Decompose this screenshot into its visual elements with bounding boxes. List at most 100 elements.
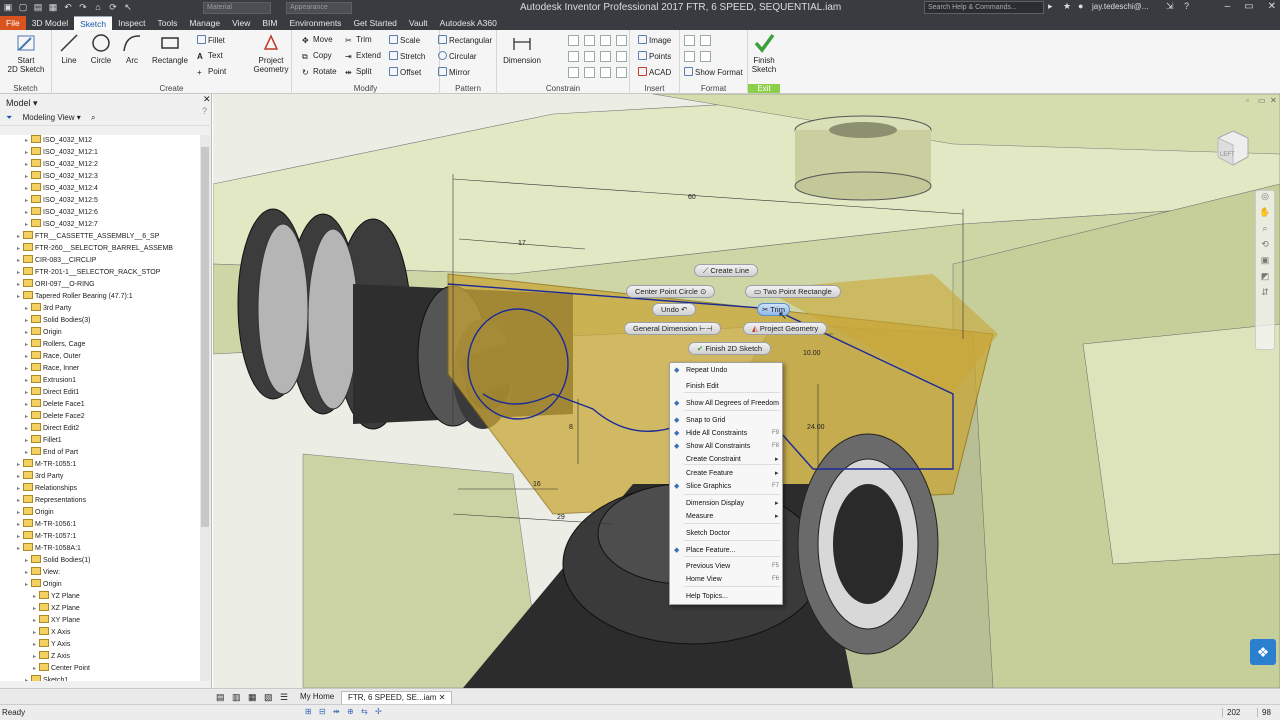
menu-item-sketch-doctor[interactable]: Sketch Doctor	[686, 529, 730, 539]
expand-icon[interactable]: ▸	[14, 243, 23, 255]
tree-node[interactable]: ▸ X Axis	[0, 627, 200, 639]
arrange-icon[interactable]: ▧	[264, 692, 273, 703]
tab-close-icon[interactable]: ✕	[439, 693, 446, 702]
acad-button[interactable]: ACAD	[638, 67, 671, 77]
browser-scrollbar[interactable]	[200, 135, 210, 681]
expand-icon[interactable]: ▸	[22, 351, 31, 363]
expand-icon[interactable]: ▸	[22, 375, 31, 387]
dimension-24[interactable]: 24.00	[807, 424, 825, 431]
tree-node[interactable]: ▸ ISO_4032_M12:3	[0, 171, 200, 183]
center-point-icon[interactable]	[684, 51, 695, 62]
expand-icon[interactable]: ▸	[14, 471, 23, 483]
display-dof-icon[interactable]: ⊟	[319, 707, 329, 717]
tree-node[interactable]: ▸ M-TR-1058A:1	[0, 543, 200, 555]
tree-node[interactable]: ▸ ISO_4032_M12:5	[0, 195, 200, 207]
menu-item-home-view[interactable]: Home View	[686, 575, 722, 585]
dimension-10[interactable]: 10.00	[803, 350, 821, 357]
rectangle-button[interactable]: Rectangle	[150, 32, 190, 65]
tab-autodesk-a360[interactable]: Autodesk A360	[434, 16, 503, 30]
tree-node[interactable]: ▸ Extrusion1	[0, 375, 200, 387]
tab-tools[interactable]: Tools	[152, 16, 184, 30]
viewport-close-icon[interactable]: ✕	[1270, 96, 1277, 105]
expand-icon[interactable]: ▸	[22, 327, 31, 339]
expand-icon[interactable]: ▸	[14, 291, 23, 303]
tree-node[interactable]: ▸ M-TR-1056:1	[0, 519, 200, 531]
expand-icon[interactable]: ▸	[30, 651, 39, 663]
tree-node[interactable]: ▸ FTR-260__SELECTOR_BARREL_ASSEMB	[0, 243, 200, 255]
menu-item-slice-graphics[interactable]: Slice Graphics	[686, 482, 731, 492]
open-icon[interactable]: ▤	[32, 1, 44, 13]
expand-icon[interactable]: ▸	[22, 159, 31, 171]
tree-node[interactable]: ▸ ISO_4032_M12:4	[0, 183, 200, 195]
document-tab[interactable]: FTR, 6 SPEED, SE...iam ✕	[341, 691, 453, 704]
expand-icon[interactable]: ▸	[30, 627, 39, 639]
arc-button[interactable]: Arc	[120, 32, 144, 65]
tangent-constraint-icon[interactable]	[568, 67, 579, 78]
view-mode-dropdown[interactable]: Modeling View ▾	[23, 113, 81, 122]
expand-icon[interactable]: ▸	[14, 483, 23, 495]
fillet-button[interactable]: Fillet	[197, 35, 225, 45]
expand-icon[interactable]: ▸	[14, 531, 23, 543]
menu-item-place-feature[interactable]: Place Feature...	[686, 546, 735, 556]
circular-pattern-button[interactable]: Circular	[438, 51, 477, 61]
tab-get-started[interactable]: Get Started	[347, 16, 402, 30]
expand-icon[interactable]: ▸	[30, 615, 39, 627]
tree-node[interactable]: ▸ Race, Inner	[0, 363, 200, 375]
trim-button[interactable]: ✂ Trim	[345, 35, 372, 45]
autodesk-a360-icon[interactable]: ❖	[1250, 639, 1276, 665]
star-icon[interactable]: ★	[1063, 1, 1071, 12]
rotate-button[interactable]: ↻ Rotate	[302, 67, 337, 77]
tree-node[interactable]: ▸ Solid Bodies(3)	[0, 315, 200, 327]
minimize-icon[interactable]: –	[1225, 1, 1231, 12]
help-icon[interactable]: ?	[1184, 1, 1189, 11]
material-combo[interactable]: Material	[203, 2, 271, 14]
tile-horizontal-icon[interactable]: ▤	[216, 692, 225, 703]
tree-node[interactable]: ▸ XY Plane	[0, 615, 200, 627]
doc-menu-icon[interactable]: ☰	[280, 692, 288, 703]
expand-icon[interactable]: ▸	[22, 579, 31, 591]
tree-node[interactable]: ▸ Rollers, Cage	[0, 339, 200, 351]
general-dimension-button[interactable]: General Dimension ⊢⊣	[624, 322, 722, 335]
tab-file[interactable]: File	[0, 16, 26, 30]
scrollbar-thumb[interactable]	[201, 147, 209, 527]
maximize-icon[interactable]: ▭	[1244, 1, 1253, 12]
appearance-combo[interactable]: Appearance	[286, 2, 352, 14]
undo-icon[interactable]: ↶	[62, 1, 74, 13]
expand-icon[interactable]: ▸	[14, 519, 23, 531]
vertical-constraint-icon[interactable]	[616, 51, 627, 62]
expand-icon[interactable]: ▸	[22, 555, 31, 567]
expand-icon[interactable]: ▸	[14, 495, 23, 507]
viewport-restore-icon[interactable]: ▫	[1246, 96, 1249, 105]
tile-vertical-icon[interactable]: ▥	[232, 692, 241, 703]
coincident-constraint-icon[interactable]	[568, 35, 579, 46]
undo-button[interactable]: Undo ↶	[652, 303, 697, 316]
steering-wheel-icon[interactable]: ◎	[1256, 191, 1274, 207]
fix-constraint-icon[interactable]	[616, 35, 627, 46]
expand-icon[interactable]: ▸	[22, 411, 31, 423]
expand-icon[interactable]: ▸	[22, 567, 31, 579]
move-button[interactable]: ✥ Move	[302, 35, 333, 45]
tab-manage[interactable]: Manage	[183, 16, 226, 30]
tree-node[interactable]: ▸ M-TR-1057:1	[0, 531, 200, 543]
user-icon[interactable]: ●	[1078, 1, 1083, 11]
expand-icon[interactable]: ▸	[14, 255, 23, 267]
image-button[interactable]: Image	[638, 35, 671, 45]
tree-node[interactable]: ▸ ISO_4032_M12:6	[0, 207, 200, 219]
tab-inspect[interactable]: Inspect	[112, 16, 151, 30]
update-icon[interactable]: ⟳	[107, 1, 119, 13]
centerline-icon[interactable]	[700, 35, 711, 46]
points-display-icon[interactable]: ⊕	[347, 707, 357, 717]
rectangular-pattern-button[interactable]: Rectangular	[438, 35, 492, 45]
concentric-constraint-icon[interactable]	[600, 35, 611, 46]
walk-icon[interactable]: ⇵	[1256, 287, 1274, 303]
expand-icon[interactable]: ▸	[22, 303, 31, 315]
create-line-button[interactable]: ⟋ Create Line	[694, 264, 759, 277]
select-icon[interactable]: ↖	[122, 1, 134, 13]
construction-icon[interactable]	[684, 35, 695, 46]
expand-icon[interactable]: ▸	[22, 171, 31, 183]
zoom-icon[interactable]: ⌕	[1256, 223, 1274, 239]
split-button[interactable]: ⇹ Split	[345, 67, 372, 77]
offset-button[interactable]: Offset	[389, 67, 421, 77]
points-button[interactable]: Points	[638, 51, 671, 61]
horizontal-constraint-icon[interactable]	[600, 51, 611, 62]
